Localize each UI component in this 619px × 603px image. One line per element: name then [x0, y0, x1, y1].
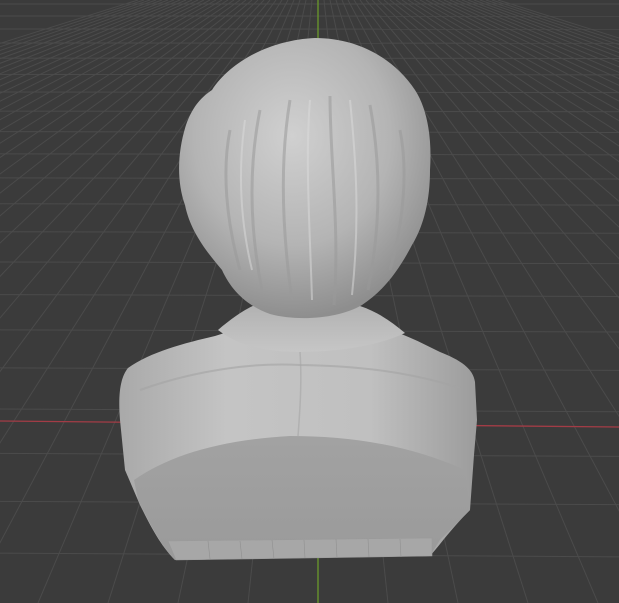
viewport-canvas[interactable] — [0, 0, 619, 603]
base-edge-mesh — [167, 537, 433, 561]
3d-viewport[interactable] — [0, 0, 619, 603]
